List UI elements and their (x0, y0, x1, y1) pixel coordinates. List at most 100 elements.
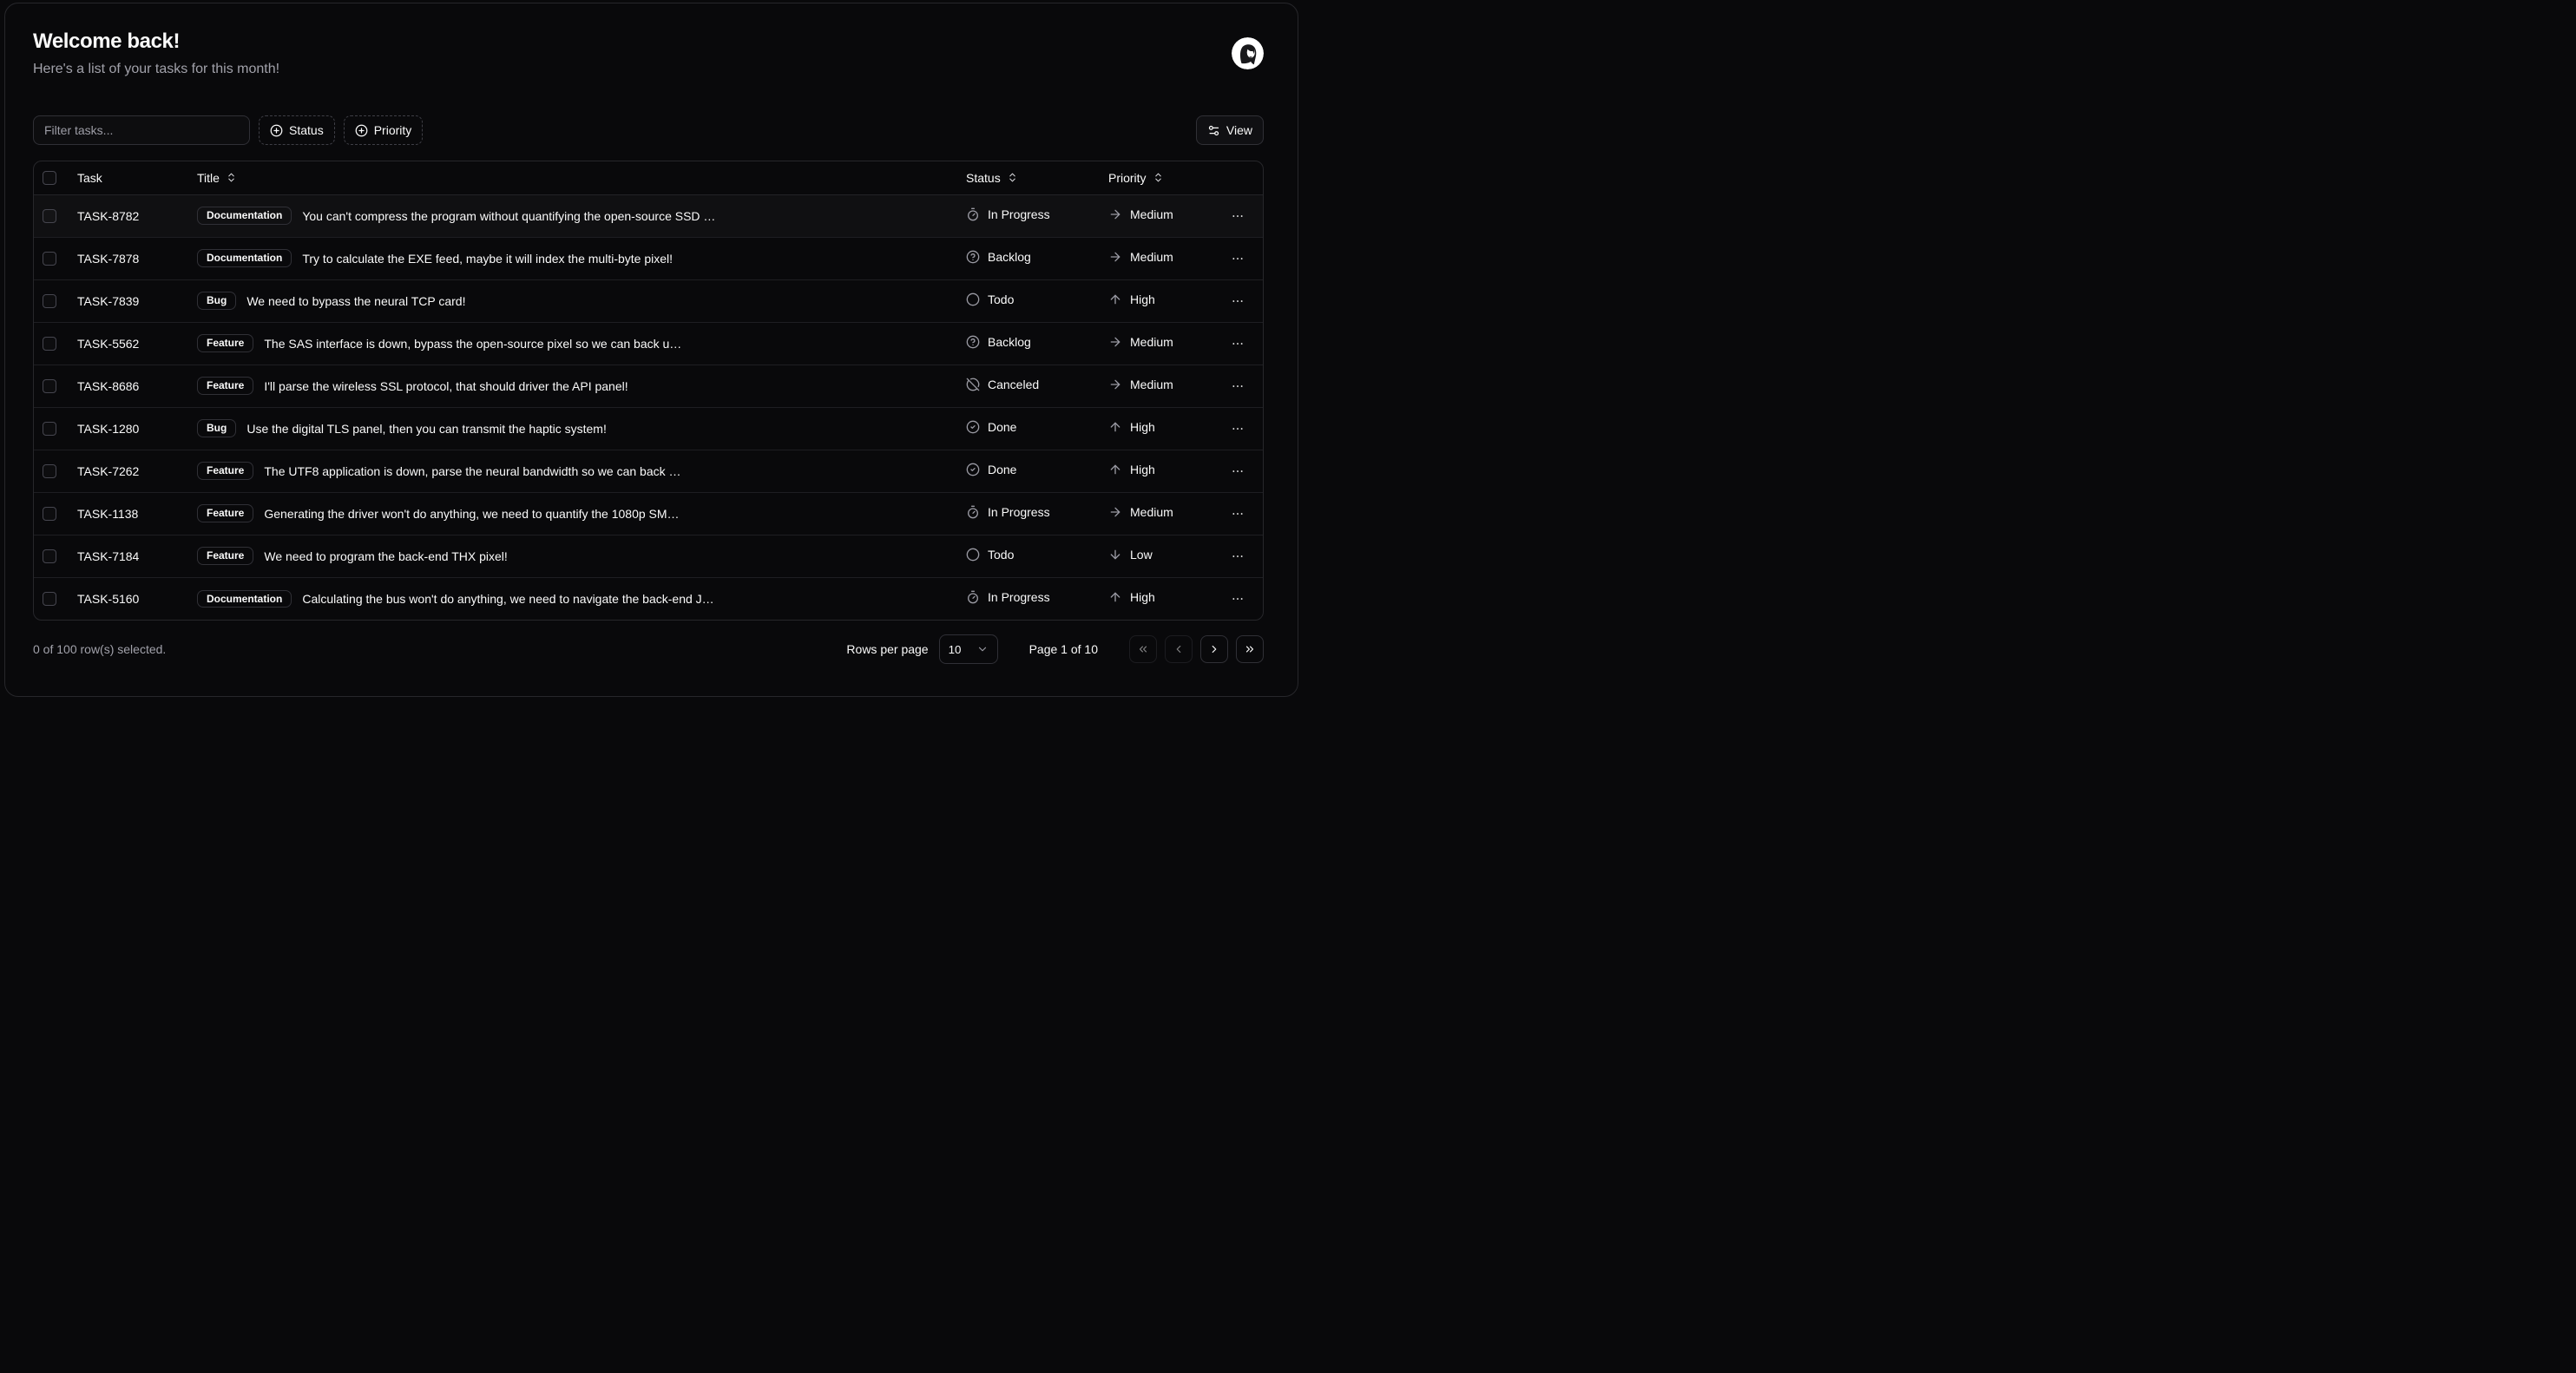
table-row[interactable]: TASK-7184 Feature We need to program the… (34, 535, 1263, 577)
view-options-button[interactable]: View (1196, 115, 1264, 145)
priority-filter-label: Priority (374, 123, 412, 137)
task-id: TASK-7184 (70, 535, 190, 577)
row-actions-button[interactable] (1226, 247, 1249, 270)
row-actions-button[interactable] (1226, 332, 1249, 355)
row-actions-button[interactable] (1226, 417, 1249, 440)
row-actions-button[interactable] (1226, 460, 1249, 483)
row-checkbox[interactable] (43, 252, 56, 266)
arrow-up-icon (1108, 463, 1122, 476)
priority-label: Medium (1130, 505, 1173, 519)
row-checkbox[interactable] (43, 592, 56, 606)
row-checkbox[interactable] (43, 294, 56, 308)
tasks-table: Task Title Status Priority (33, 161, 1264, 621)
user-avatar[interactable] (1232, 37, 1264, 69)
row-actions-button[interactable] (1226, 588, 1249, 610)
check-circle-icon (966, 420, 980, 434)
first-page-button[interactable] (1129, 635, 1157, 663)
previous-page-button[interactable] (1165, 635, 1193, 663)
status-label: Todo (988, 548, 1014, 562)
table-row[interactable]: TASK-8686 Feature I'll parse the wireles… (34, 365, 1263, 407)
rows-per-page-label: Rows per page (846, 642, 928, 656)
chevron-right-icon (1208, 643, 1220, 655)
page-header-text: Welcome back! Here's a list of your task… (33, 30, 279, 77)
chevrons-right-icon (1244, 643, 1256, 655)
chevron-down-icon (976, 643, 989, 655)
row-checkbox[interactable] (43, 209, 56, 223)
table-row[interactable]: TASK-1138 Feature Generating the driver … (34, 492, 1263, 535)
task-id: TASK-8782 (70, 194, 190, 237)
table-row[interactable]: TASK-5562 Feature The SAS interface is d… (34, 322, 1263, 365)
task-type-badge: Feature (197, 377, 253, 395)
timer-icon (966, 590, 980, 604)
chevrons-up-down-icon (226, 172, 237, 183)
priority-filter-button[interactable]: Priority (344, 115, 424, 145)
task-type-badge: Feature (197, 334, 253, 352)
task-type-badge: Bug (197, 292, 236, 310)
ellipsis-icon (1231, 252, 1245, 266)
table-row[interactable]: TASK-8782 Documentation You can't compre… (34, 194, 1263, 237)
row-checkbox[interactable] (43, 464, 56, 478)
row-actions-button[interactable] (1226, 375, 1249, 397)
last-page-button[interactable] (1236, 635, 1264, 663)
row-actions-button[interactable] (1226, 205, 1249, 227)
task-id: TASK-7878 (70, 237, 190, 279)
ellipsis-icon (1231, 294, 1245, 308)
table-row[interactable]: TASK-5160 Documentation Calculating the … (34, 577, 1263, 620)
rows-per-page-select[interactable]: 10 (939, 634, 998, 664)
priority-label: Medium (1130, 207, 1173, 221)
status-label: In Progress (988, 207, 1050, 221)
ellipsis-icon (1231, 549, 1245, 563)
task-id: TASK-5160 (70, 577, 190, 620)
row-checkbox[interactable] (43, 379, 56, 393)
task-title: We need to bypass the neural TCP card! (246, 294, 465, 308)
column-header-priority[interactable]: Priority (1101, 161, 1219, 194)
chevrons-up-down-icon (1153, 172, 1164, 183)
rows-per-page-value: 10 (949, 643, 962, 656)
check-circle-icon (966, 463, 980, 476)
column-header-task: Task (70, 161, 190, 194)
table-row[interactable]: TASK-1280 Bug Use the digital TLS panel,… (34, 407, 1263, 450)
select-all-checkbox[interactable] (43, 171, 56, 185)
table-footer: 0 of 100 row(s) selected. Rows per page … (33, 634, 1264, 664)
row-actions-button[interactable] (1226, 290, 1249, 312)
priority-label: Medium (1130, 378, 1173, 391)
selection-count-text: 0 of 100 row(s) selected. (33, 642, 166, 656)
status-label: Todo (988, 292, 1014, 306)
priority-label: High (1130, 292, 1155, 306)
chevrons-left-icon (1137, 643, 1149, 655)
table-row[interactable]: TASK-7262 Feature The UTF8 application i… (34, 450, 1263, 492)
status-label: Done (988, 420, 1016, 434)
table-row[interactable]: TASK-7839 Bug We need to bypass the neur… (34, 279, 1263, 322)
task-type-badge: Bug (197, 419, 236, 437)
row-checkbox[interactable] (43, 549, 56, 563)
row-checkbox[interactable] (43, 422, 56, 436)
next-page-button[interactable] (1200, 635, 1228, 663)
task-title: Try to calculate the EXE feed, maybe it … (302, 252, 673, 266)
plus-circle-icon (270, 124, 283, 137)
timer-icon (966, 207, 980, 221)
row-actions-button[interactable] (1226, 545, 1249, 568)
task-title: Use the digital TLS panel, then you can … (246, 422, 607, 436)
column-header-title[interactable]: Title (190, 161, 959, 194)
table-row[interactable]: TASK-7878 Documentation Try to calculate… (34, 237, 1263, 279)
task-title: Generating the driver won't do anything,… (264, 507, 679, 521)
task-id: TASK-1280 (70, 407, 190, 450)
status-filter-button[interactable]: Status (259, 115, 335, 145)
status-label: Done (988, 463, 1016, 476)
ellipsis-icon (1231, 337, 1245, 351)
task-id: TASK-7262 (70, 450, 190, 492)
ellipsis-icon (1231, 209, 1245, 223)
rows-per-page: Rows per page 10 (846, 634, 997, 664)
priority-label: High (1130, 463, 1155, 476)
filter-tasks-input[interactable] (33, 115, 250, 145)
page-header: Welcome back! Here's a list of your task… (33, 30, 1264, 77)
task-title: We need to program the back-end THX pixe… (264, 549, 507, 563)
plus-circle-icon (355, 124, 368, 137)
view-button-label: View (1226, 123, 1252, 137)
row-checkbox[interactable] (43, 507, 56, 521)
column-header-status[interactable]: Status (959, 161, 1101, 194)
task-id: TASK-8686 (70, 365, 190, 407)
row-checkbox[interactable] (43, 337, 56, 351)
task-title: I'll parse the wireless SSL protocol, th… (264, 379, 628, 393)
row-actions-button[interactable] (1226, 503, 1249, 525)
